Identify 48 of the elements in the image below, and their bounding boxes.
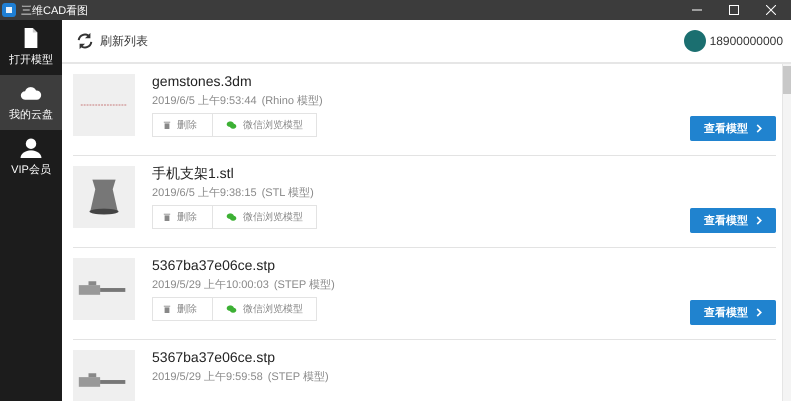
user-icon (20, 138, 42, 158)
chevron-right-icon (756, 308, 762, 317)
maximize-icon[interactable] (729, 5, 739, 15)
file-type: (STL 模型) (262, 187, 314, 199)
sidebar-item[interactable]: VIP会员 (0, 130, 62, 185)
avatar[interactable] (684, 30, 706, 52)
refresh-button[interactable]: 刷新列表 (76, 32, 148, 50)
file-date: 2019/6/5 上午9:53:44 (152, 95, 257, 107)
view-model-button[interactable]: 查看模型 (690, 116, 776, 141)
view-model-button[interactable]: 查看模型 (690, 300, 776, 325)
chat-bubbles-icon (226, 305, 237, 313)
scrollbar-thumb[interactable] (783, 66, 791, 94)
file-name: 5367ba37e06ce.stp (152, 349, 276, 366)
close-icon[interactable] (766, 5, 776, 15)
wechat-view-button[interactable]: 微信浏览模型 (213, 205, 317, 229)
refresh-icon (76, 32, 94, 50)
file-type: (STEP 模型) (274, 279, 335, 291)
window-title: 三维CAD看图 (21, 4, 90, 18)
delete-button[interactable]: 删除 (152, 113, 213, 137)
chat-bubbles-icon (226, 121, 237, 129)
model-thumbnail (73, 350, 135, 401)
user-phone: 18900000000 (710, 34, 783, 48)
trash-icon (163, 305, 171, 313)
sidebar-item[interactable]: 打开模型 (0, 20, 62, 75)
view-model-button[interactable]: 查看模型 (690, 208, 776, 233)
app-logo-icon (2, 3, 16, 17)
file-date: 2019/5/29 上午10:00:03 (152, 279, 269, 291)
wechat-view-button[interactable]: 微信浏览模型 (213, 297, 317, 321)
delete-button[interactable]: 删除 (152, 297, 213, 321)
wechat-view-button[interactable]: 微信浏览模型 (213, 113, 317, 137)
file-type: (Rhino 模型) (262, 95, 323, 107)
file-name: gemstones.3dm (152, 73, 253, 90)
sidebar-item[interactable]: 我的云盘 (0, 75, 62, 130)
chevron-right-icon (756, 124, 762, 133)
file-date: 2019/6/5 上午9:38:15 (152, 187, 257, 199)
file-type: (STEP 模型) (268, 371, 329, 383)
model-thumbnail (73, 74, 135, 136)
file-name: 5367ba37e06ce.stp (152, 257, 276, 274)
file-name: 手机支架1.stl (152, 165, 235, 182)
file-date: 2019/5/29 上午9:59:58 (152, 371, 263, 383)
trash-icon (163, 213, 171, 221)
trash-icon (163, 121, 171, 129)
chevron-right-icon (756, 216, 762, 225)
delete-button[interactable]: 删除 (152, 205, 213, 229)
chat-bubbles-icon (226, 213, 237, 221)
model-thumbnail (73, 166, 135, 228)
model-thumbnail (73, 258, 135, 320)
scrollbar[interactable] (782, 64, 791, 401)
